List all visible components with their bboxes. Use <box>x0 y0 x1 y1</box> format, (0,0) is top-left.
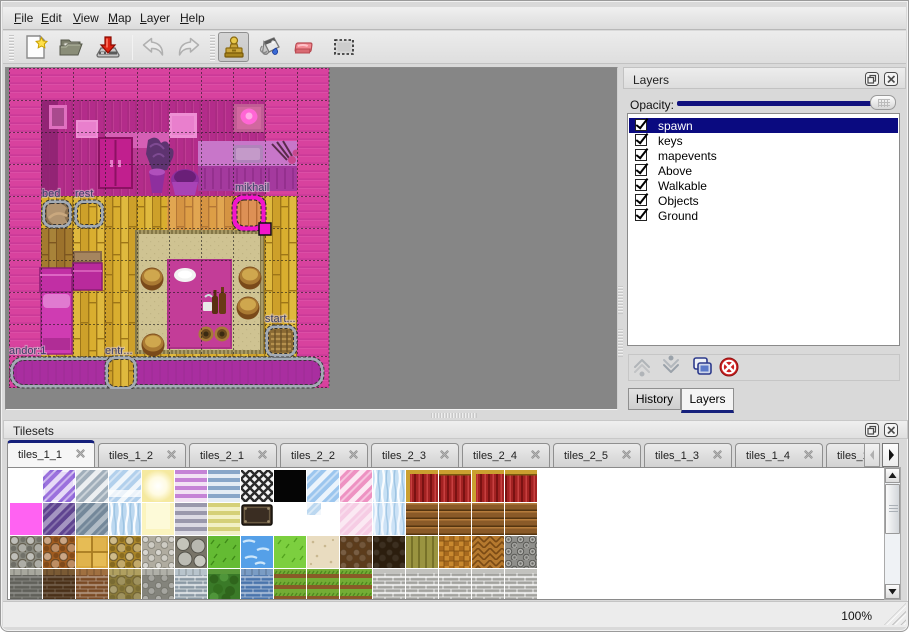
svg-text:mikhail: mikhail <box>235 182 269 194</box>
svg-text:entr...: entr... <box>105 345 133 357</box>
svg-text:andor:1: andor:1 <box>9 345 46 357</box>
svg-text:start...: start... <box>265 313 296 325</box>
svg-text:rest: rest <box>75 188 93 200</box>
svg-text:bed: bed <box>42 188 60 200</box>
